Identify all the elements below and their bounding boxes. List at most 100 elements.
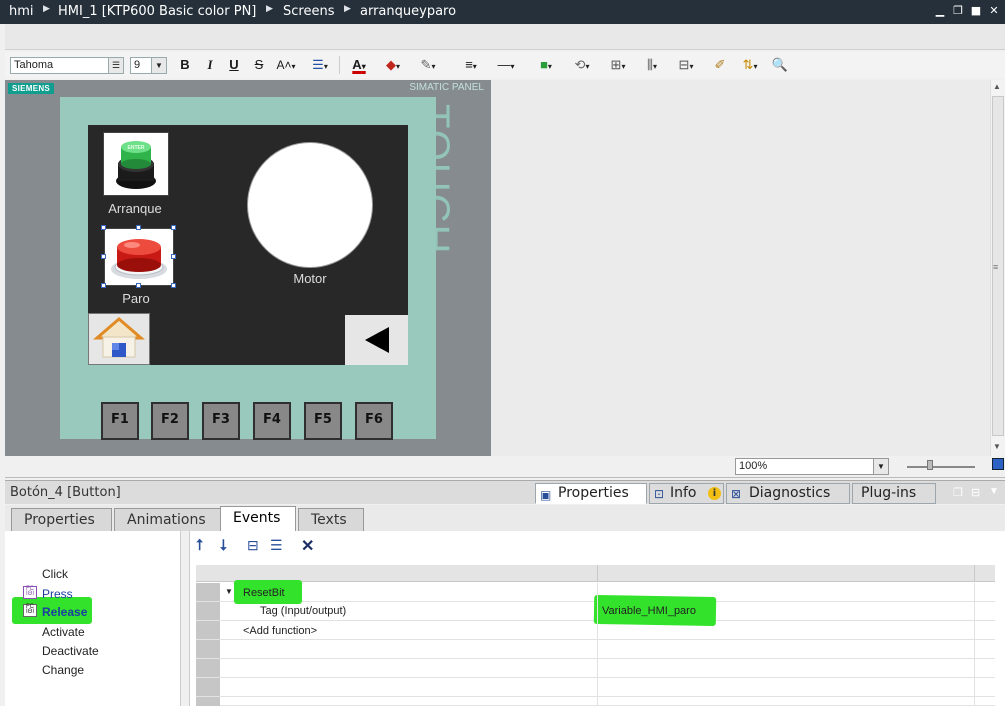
home-button[interactable] (88, 313, 150, 365)
move-up-icon[interactable]: ⭡ (196, 537, 203, 554)
back-button[interactable] (345, 315, 408, 365)
subtab-texts[interactable]: Texts (298, 508, 364, 531)
breadcrumb-device[interactable]: HMI_1 [KTP600 Basic color PN] (58, 4, 256, 19)
function-key-f5[interactable]: F5 (304, 402, 342, 440)
selection-handle[interactable] (136, 225, 141, 230)
row-gutter (196, 583, 220, 601)
breadcrumb-project[interactable]: hmi (9, 4, 34, 19)
bold-button[interactable]: B (176, 56, 194, 74)
scroll-up-icon[interactable]: ▲ (993, 82, 1001, 91)
function-key-f6[interactable]: F6 (355, 402, 393, 440)
event-function-icon: FC ΙΘΙ (23, 586, 37, 599)
rotate-icon[interactable]: ⟲▾ (567, 56, 597, 74)
function-key-f1[interactable]: F1 (101, 402, 139, 440)
distribute-icon[interactable]: ⫼▾ (637, 56, 667, 74)
zoom-slider[interactable] (907, 466, 975, 468)
minimize-icon[interactable]: ▁ (933, 4, 947, 18)
zoom-level-field[interactable]: 100% (735, 458, 875, 475)
chevron-down-icon[interactable]: ▼ (151, 57, 167, 74)
siemens-logo: SIEMENS (8, 83, 54, 94)
line-weight-icon[interactable]: ≡▾ (457, 56, 485, 74)
underline-button[interactable]: U (225, 56, 243, 74)
selection-handle[interactable] (101, 254, 106, 259)
zoom-icon[interactable]: 🔍 (771, 56, 789, 74)
motor-indicator[interactable] (247, 142, 373, 268)
column-divider (974, 583, 975, 706)
inspector-object-title: Botón_4 [Button] (10, 485, 121, 500)
split-view-icon[interactable]: ⊟ (971, 486, 980, 499)
tab-info[interactable]: ⊡ Info i (649, 483, 724, 504)
svg-text:TOUCH: TOUCH (436, 104, 457, 255)
tab-plug-ins[interactable]: Plug-ins (852, 483, 936, 504)
event-click[interactable]: Click (42, 567, 68, 581)
stop-button[interactable] (104, 228, 174, 286)
chevron-down-icon[interactable]: ▼ (989, 486, 999, 497)
start-button[interactable]: ENTER (103, 132, 169, 196)
font-name-field[interactable]: Tahoma (10, 57, 110, 74)
panel-splitter[interactable] (180, 531, 190, 706)
function-key-f4[interactable]: F4 (253, 402, 291, 440)
function-key-f3[interactable]: F3 (202, 402, 240, 440)
selection-handle[interactable] (171, 254, 176, 259)
event-change[interactable]: Change (42, 663, 84, 677)
function-key-f2[interactable]: F2 (151, 402, 189, 440)
align-objects-icon[interactable]: ⊞▾ (603, 56, 633, 74)
canvas-vertical-scrollbar[interactable]: ▲ ≡ ▼ (990, 80, 1005, 456)
subtab-animations[interactable]: Animations (114, 508, 222, 531)
event-press[interactable]: Press (42, 587, 73, 601)
font-color-icon[interactable]: A▾ (345, 56, 373, 74)
breadcrumb-screens[interactable]: Screens (283, 4, 334, 19)
zoom-slider-thumb[interactable] (927, 460, 933, 470)
table-row[interactable] (196, 697, 995, 706)
inspector-subtabs: Properties Animations Events Texts (5, 505, 1005, 532)
chevron-down-icon[interactable]: ▼ (873, 458, 889, 475)
fill-color-icon[interactable]: ◆▾ (379, 56, 407, 74)
italic-button[interactable]: I (201, 56, 219, 74)
row-gutter (196, 678, 220, 696)
breadcrumb-screen[interactable]: arranqueyparo (360, 4, 456, 19)
arrange-icon[interactable]: ⇅▾ (735, 56, 765, 74)
scroll-down-icon[interactable]: ▼ (993, 442, 1001, 451)
tab-properties-label: Properties (558, 485, 629, 501)
zoom-bar: 100% ▼ (5, 456, 1005, 478)
function-name[interactable]: ResetBit (243, 587, 285, 599)
align-icon[interactable]: ☰▾ (305, 56, 335, 74)
selection-handle[interactable] (171, 283, 176, 288)
collapse-all-icon[interactable]: ⊟ (247, 537, 259, 554)
fit-view-icon[interactable] (992, 458, 1004, 470)
font-picker-icon[interactable]: ☰ (108, 57, 124, 74)
maximize-icon[interactable]: ■ (969, 4, 983, 18)
close-icon[interactable]: ✕ (987, 4, 1001, 18)
chevron-down-icon[interactable]: ▼ (225, 587, 233, 596)
selection-handle[interactable] (101, 283, 106, 288)
selection-handle[interactable] (101, 225, 106, 230)
layer-icon[interactable]: ■▾ (531, 56, 561, 74)
event-activate[interactable]: Activate (42, 625, 85, 639)
grip-icon: ≡ (993, 262, 999, 272)
same-size-icon[interactable]: ⊟▾ (671, 56, 701, 74)
subtab-properties[interactable]: Properties (11, 508, 112, 531)
text-size-icon[interactable]: A˄▾ (273, 56, 299, 74)
restore-icon[interactable]: ❐ (953, 486, 963, 499)
event-release[interactable]: Release (42, 605, 87, 619)
param-value[interactable]: Variable_HMI_paro (602, 605, 696, 617)
line-style-icon[interactable]: —▾ (491, 56, 521, 74)
event-deactivate[interactable]: Deactivate (42, 644, 99, 658)
table-row[interactable] (196, 659, 995, 678)
expand-all-icon[interactable]: ☰ (270, 537, 283, 554)
selection-handle[interactable] (171, 225, 176, 230)
line-color-icon[interactable]: ✎▾ (413, 56, 443, 74)
selection-handle[interactable] (136, 283, 141, 288)
move-down-icon[interactable]: ⭣ (220, 537, 227, 554)
restore-icon[interactable]: ❐ (951, 4, 965, 18)
tab-properties[interactable]: ▣ Properties (535, 483, 647, 504)
delete-icon[interactable]: ✕ (301, 536, 314, 556)
format-painter-icon[interactable]: ✐ (711, 56, 729, 74)
add-function[interactable]: <Add function> (243, 625, 317, 637)
table-row[interactable] (196, 640, 995, 659)
subtab-events[interactable]: Events (220, 506, 296, 532)
font-size-field[interactable]: 9 (130, 57, 152, 74)
table-row[interactable] (196, 678, 995, 697)
strikethrough-button[interactable]: S (250, 56, 268, 74)
tab-diagnostics[interactable]: ⊠ Diagnostics (726, 483, 850, 504)
